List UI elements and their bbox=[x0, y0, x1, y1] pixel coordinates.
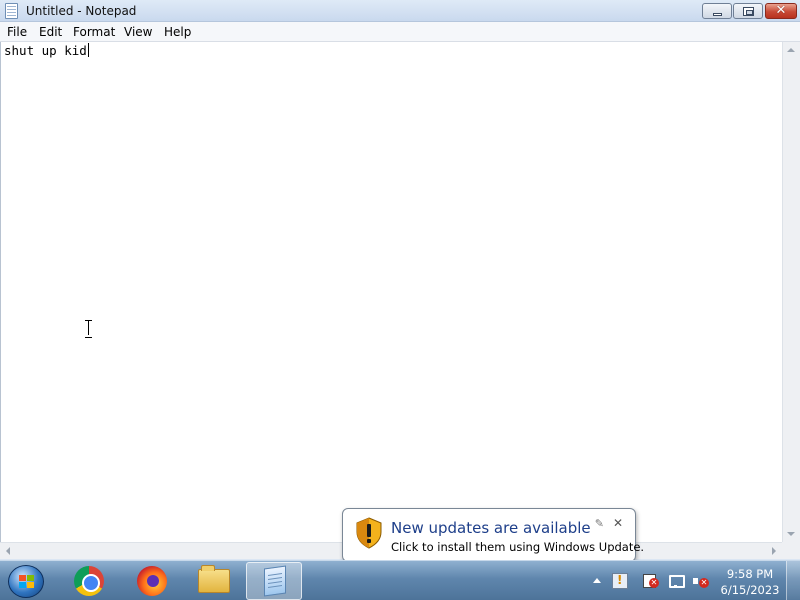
tray-clock[interactable]: 9:58 PM 6/15/2023 bbox=[718, 566, 782, 598]
scroll-up-icon[interactable] bbox=[787, 48, 795, 52]
restore-icon bbox=[743, 7, 754, 16]
windows-logo-icon bbox=[19, 575, 35, 589]
editor-content[interactable]: shut up kid bbox=[4, 43, 89, 58]
windows-update-icon[interactable] bbox=[612, 573, 628, 589]
clock-time: 9:58 PM bbox=[726, 567, 774, 581]
taskbar-firefox[interactable] bbox=[124, 562, 180, 600]
minimize-button[interactable] bbox=[702, 3, 732, 19]
taskbar-explorer[interactable] bbox=[186, 562, 242, 600]
start-button[interactable] bbox=[8, 565, 44, 598]
notification-close-icon[interactable]: ✕ bbox=[613, 516, 623, 530]
menu-file[interactable]: File bbox=[7, 25, 27, 39]
ibeam-cursor-icon bbox=[85, 320, 93, 338]
notepad-icon bbox=[264, 565, 286, 597]
taskbar-chrome[interactable] bbox=[60, 562, 116, 600]
taskbar-notepad[interactable] bbox=[246, 562, 302, 600]
clock-date: 6/15/2023 bbox=[720, 583, 780, 597]
network-icon[interactable] bbox=[668, 573, 685, 589]
close-icon: ✕ bbox=[775, 3, 787, 18]
text-caret bbox=[87, 43, 89, 57]
action-center-icon[interactable] bbox=[642, 573, 659, 589]
close-button[interactable]: ✕ bbox=[765, 3, 797, 19]
text-editor[interactable]: shut up kid bbox=[0, 42, 782, 542]
shield-warning-icon bbox=[356, 517, 382, 549]
show-hidden-icons-icon[interactable] bbox=[593, 578, 601, 583]
update-notification[interactable]: New updates are available Click to insta… bbox=[342, 508, 644, 577]
maximize-button[interactable] bbox=[733, 3, 763, 19]
folder-icon bbox=[198, 565, 230, 593]
notification-settings-icon[interactable]: ✎ bbox=[595, 517, 604, 530]
notification-title: New updates are available bbox=[391, 519, 591, 537]
firefox-icon bbox=[137, 566, 167, 596]
menu-format[interactable]: Format bbox=[73, 25, 115, 39]
notification-body: Click to install them using Windows Upda… bbox=[391, 540, 645, 554]
notepad-app-icon[interactable] bbox=[5, 3, 18, 19]
menu-bar: File Edit Format View Help bbox=[0, 22, 800, 42]
scrollbar-corner bbox=[782, 542, 800, 559]
editor-text: shut up kid bbox=[4, 43, 87, 58]
volume-muted-icon[interactable] bbox=[692, 573, 709, 589]
window-title: Untitled - Notepad bbox=[26, 4, 137, 18]
title-bar[interactable]: Untitled - Notepad ✕ bbox=[0, 0, 800, 22]
scroll-left-icon[interactable] bbox=[6, 547, 10, 555]
vertical-scrollbar[interactable] bbox=[782, 42, 800, 542]
menu-help[interactable]: Help bbox=[164, 25, 191, 39]
chrome-icon bbox=[74, 566, 104, 596]
menu-edit[interactable]: Edit bbox=[39, 25, 62, 39]
show-desktop-button[interactable] bbox=[786, 561, 800, 600]
minimize-icon bbox=[713, 13, 722, 16]
scroll-down-icon[interactable] bbox=[787, 532, 795, 536]
menu-view[interactable]: View bbox=[124, 25, 152, 39]
scroll-right-icon[interactable] bbox=[772, 547, 776, 555]
taskbar: 9:58 PM 6/15/2023 bbox=[0, 560, 800, 600]
